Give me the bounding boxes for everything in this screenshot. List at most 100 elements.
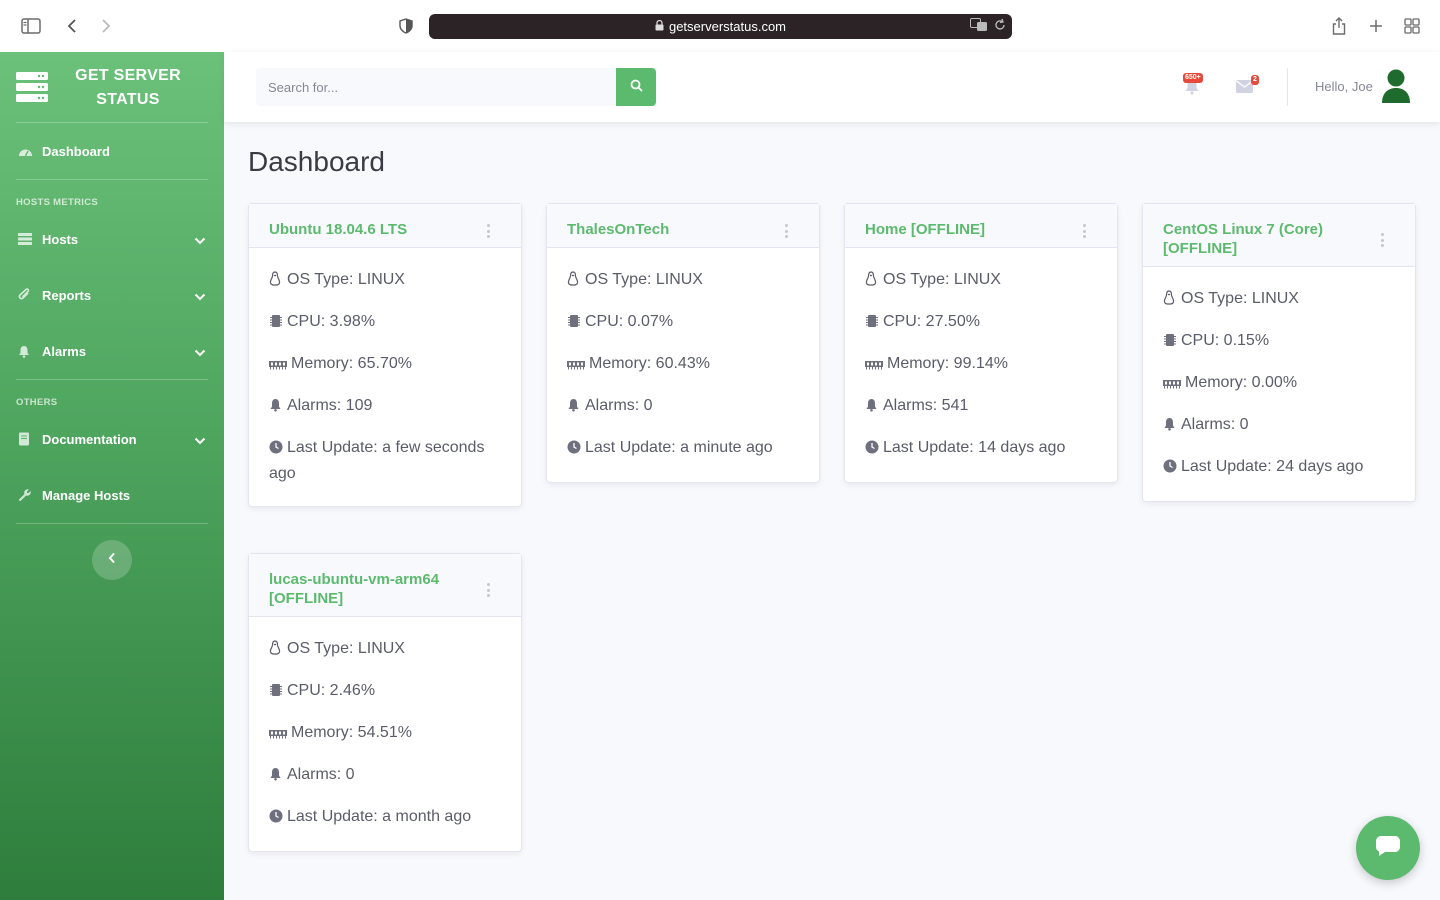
search-form <box>256 68 656 106</box>
bell-icon <box>567 396 583 420</box>
paperclip-icon <box>18 288 34 302</box>
os-stat: OS Type: LINUX <box>269 268 501 294</box>
topbar-divider <box>1287 68 1288 106</box>
host-name[interactable]: lucas-ubuntu-vm-arm64 [OFFLINE] <box>269 570 481 608</box>
forward-icon[interactable] <box>94 14 118 38</box>
alarms-stat: Alarms: 0 <box>269 763 501 789</box>
cpu-stat: CPU: 0.15% <box>1163 329 1395 355</box>
memory-icon <box>269 723 289 747</box>
host-name[interactable]: Home [OFFLINE] <box>865 220 1077 239</box>
sidebar-divider <box>16 523 208 524</box>
topbar: 650+ 2 Hello, Joe <box>224 52 1440 122</box>
search-input[interactable] <box>256 68 616 106</box>
card-header: Ubuntu 18.04.6 LTS <box>249 204 521 248</box>
memory-stat: Memory: 99.14% <box>865 352 1097 378</box>
vertical-ellipsis-icon[interactable] <box>485 224 491 238</box>
brand-link[interactable]: GET SERVER STATUS <box>0 52 224 122</box>
alarms-stat: Alarms: 0 <box>1163 413 1395 439</box>
sidebar-item-reports[interactable]: Reports <box>0 275 224 315</box>
vertical-ellipsis-icon[interactable] <box>485 583 491 597</box>
linux-icon <box>1163 289 1179 313</box>
alarms-stat: Alarms: 541 <box>865 394 1097 420</box>
sidebar-item-label: Reports <box>42 287 92 303</box>
cpu-stat: CPU: 27.50% <box>865 310 1097 336</box>
tachometer-icon <box>18 146 34 157</box>
vertical-ellipsis-icon[interactable] <box>1379 233 1385 247</box>
chevron-down-icon <box>194 289 206 304</box>
translate-icon[interactable] <box>970 18 988 35</box>
microchip-icon <box>865 312 881 336</box>
messages-button[interactable]: 2 <box>1236 75 1259 98</box>
os-stat: OS Type: LINUX <box>865 268 1097 294</box>
os-stat: OS Type: LINUX <box>567 268 799 294</box>
sidebar-item-dashboard[interactable]: Dashboard <box>0 131 224 171</box>
alerts-button[interactable]: 650+ <box>1183 73 1203 100</box>
sidebar-item-label: Documentation <box>42 431 137 447</box>
last-update-stat: Last Update: a few seconds ago <box>269 439 485 482</box>
sidebar-item-documentation[interactable]: Documentation <box>0 419 224 459</box>
clock-icon <box>567 438 583 462</box>
sidebar-item-label: Hosts <box>42 231 79 247</box>
address-bar[interactable]: getserverstatus.com <box>429 14 1012 39</box>
cpu-stat: CPU: 2.46% <box>269 679 501 705</box>
card-header: CentOS Linux 7 (Core) [OFFLINE] <box>1143 204 1415 267</box>
chat-button[interactable] <box>1356 816 1420 880</box>
host-card: ThalesOnTech OS Type: LINUX CPU: 0.07% M… <box>546 203 820 483</box>
host-name[interactable]: Ubuntu 18.04.6 LTS <box>269 220 481 239</box>
last-update-stat: Last Update: a minute ago <box>567 436 799 462</box>
sidebar-divider <box>16 122 208 123</box>
host-card: Home [OFFLINE] OS Type: LINUX CPU: 27.50… <box>844 203 1118 483</box>
search-icon <box>630 79 643 95</box>
alarms-stat: Alarms: 0 <box>567 394 799 420</box>
sidebar-heading: OTHERS <box>16 397 58 408</box>
sidebar-item-alarms[interactable]: Alarms <box>0 331 224 371</box>
bell-icon <box>1163 415 1179 439</box>
chevron-down-icon <box>194 433 206 448</box>
reload-icon[interactable] <box>994 18 1006 35</box>
privacy-shield-icon[interactable] <box>394 14 418 38</box>
sidebar-collapse-button[interactable] <box>92 540 132 580</box>
new-tab-icon[interactable] <box>1364 14 1388 38</box>
host-name[interactable]: ThalesOnTech <box>567 220 779 239</box>
user-avatar-icon[interactable] <box>1380 69 1412 105</box>
last-update-stat: Last Update: 14 days ago <box>865 436 1097 462</box>
memory-icon <box>269 354 289 378</box>
memory-icon <box>1163 373 1183 397</box>
browser-toolbar: getserverstatus.com <box>0 0 1440 52</box>
brand-name: GET SERVER STATUS <box>75 67 181 108</box>
card-header: ThalesOnTech <box>547 204 819 248</box>
card-header: lucas-ubuntu-vm-arm64 [OFFLINE] <box>249 554 521 617</box>
vertical-ellipsis-icon[interactable] <box>1081 224 1087 238</box>
sidebar-item-label: Dashboard <box>42 143 110 159</box>
sidebar-divider <box>16 379 208 380</box>
back-icon[interactable] <box>60 14 84 38</box>
microchip-icon <box>269 312 285 336</box>
sidebar-item-label: Alarms <box>42 343 87 359</box>
host-card: lucas-ubuntu-vm-arm64 [OFFLINE] OS Type:… <box>248 553 522 852</box>
card-body: OS Type: LINUX CPU: 0.15% Memory: 0.00% … <box>1143 267 1415 501</box>
user-greeting[interactable]: Hello, Joe <box>1315 79 1373 94</box>
clock-icon <box>1163 457 1179 481</box>
book-icon <box>18 432 34 446</box>
linux-icon <box>865 270 881 294</box>
sidebar-item-manage-hosts[interactable]: Manage Hosts <box>0 475 224 515</box>
alerts-counter-badge: 650+ <box>1183 73 1203 83</box>
bell-icon <box>269 765 285 789</box>
sidebar-item-label: Manage Hosts <box>42 487 131 503</box>
vertical-ellipsis-icon[interactable] <box>783 224 789 238</box>
sidebar-toggle-icon[interactable] <box>19 14 43 38</box>
search-button[interactable] <box>616 68 656 106</box>
share-icon[interactable] <box>1327 14 1351 38</box>
microchip-icon <box>1163 331 1179 355</box>
memory-stat: Memory: 54.51% <box>269 721 501 747</box>
messages-counter-badge: 2 <box>1251 75 1259 85</box>
memory-stat: Memory: 60.43% <box>567 352 799 378</box>
sidebar: GET SERVER STATUS Dashboard HOSTS METRIC… <box>0 52 224 900</box>
sidebar-heading: HOSTS METRICS <box>16 197 99 208</box>
chevron-down-icon <box>194 345 206 360</box>
sidebar-item-hosts[interactable]: Hosts <box>0 219 224 259</box>
tab-overview-icon[interactable] <box>1400 14 1424 38</box>
memory-stat: Memory: 65.70% <box>269 352 501 378</box>
host-name[interactable]: CentOS Linux 7 (Core) [OFFLINE] <box>1163 220 1375 258</box>
host-card: Ubuntu 18.04.6 LTS OS Type: LINUX CPU: 3… <box>248 203 522 507</box>
